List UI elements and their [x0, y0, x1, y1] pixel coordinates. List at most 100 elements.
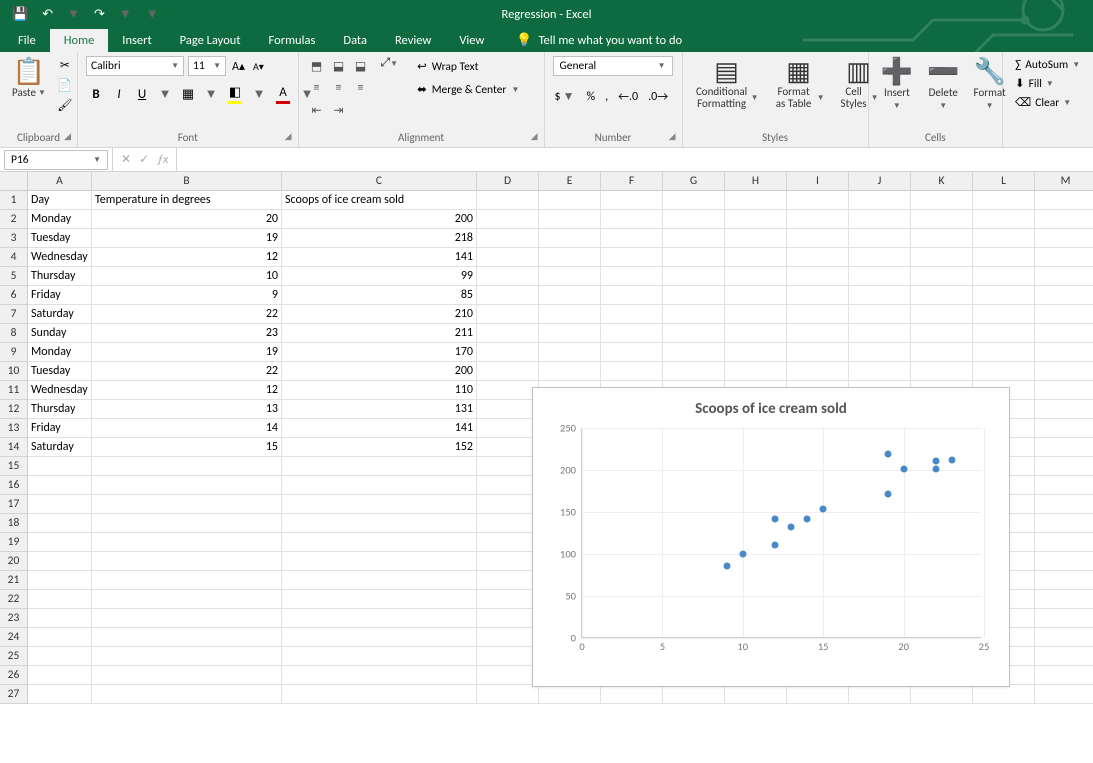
- increase-font-icon[interactable]: A▴: [230, 59, 247, 74]
- cell[interactable]: [539, 685, 601, 704]
- cell[interactable]: 85: [282, 286, 477, 305]
- cell[interactable]: [92, 552, 282, 571]
- cell[interactable]: [1035, 590, 1093, 609]
- cell[interactable]: [477, 571, 539, 590]
- cell[interactable]: [787, 324, 849, 343]
- data-point[interactable]: [723, 562, 730, 569]
- cell[interactable]: [282, 495, 477, 514]
- cell[interactable]: [601, 191, 663, 210]
- cell[interactable]: Scoops of ice cream sold: [282, 191, 477, 210]
- cell[interactable]: [1035, 647, 1093, 666]
- cell[interactable]: 12: [92, 381, 282, 400]
- cell[interactable]: [849, 685, 911, 704]
- font-size-select[interactable]: 11▼: [188, 56, 226, 76]
- row-header[interactable]: 1: [0, 191, 28, 210]
- redo-dropdown-icon[interactable]: ▼: [119, 6, 132, 22]
- cell[interactable]: Monday: [28, 210, 92, 229]
- cell[interactable]: 14: [92, 419, 282, 438]
- cell[interactable]: [477, 552, 539, 571]
- fill-button[interactable]: ⬇Fill▼: [1011, 74, 1084, 93]
- cell[interactable]: [92, 685, 282, 704]
- cell[interactable]: [1035, 438, 1093, 457]
- cell[interactable]: [601, 286, 663, 305]
- number-format-select[interactable]: General▼: [553, 56, 673, 76]
- comma-format-icon[interactable]: ,: [603, 88, 610, 106]
- cell[interactable]: 12: [92, 248, 282, 267]
- cell[interactable]: [539, 343, 601, 362]
- cell[interactable]: [663, 685, 725, 704]
- cell[interactable]: [477, 324, 539, 343]
- cell[interactable]: [725, 248, 787, 267]
- cell[interactable]: [539, 248, 601, 267]
- cell[interactable]: [911, 685, 973, 704]
- cell[interactable]: [477, 628, 539, 647]
- cell[interactable]: [92, 514, 282, 533]
- cell[interactable]: [282, 514, 477, 533]
- cell[interactable]: [849, 210, 911, 229]
- cell[interactable]: [725, 305, 787, 324]
- align-right-icon[interactable]: ≡: [351, 78, 371, 98]
- cell[interactable]: [663, 286, 725, 305]
- cell[interactable]: [92, 590, 282, 609]
- column-header[interactable]: B: [92, 172, 282, 191]
- cell[interactable]: [539, 362, 601, 381]
- cell[interactable]: [28, 685, 92, 704]
- cell[interactable]: 23: [92, 324, 282, 343]
- cell[interactable]: 200: [282, 362, 477, 381]
- cell[interactable]: [477, 438, 539, 457]
- cell[interactable]: [1035, 248, 1093, 267]
- cell[interactable]: [849, 191, 911, 210]
- format-as-table-button[interactable]: ▦Format as Table▼: [769, 56, 829, 112]
- column-header[interactable]: K: [911, 172, 973, 191]
- cell[interactable]: [911, 229, 973, 248]
- clear-button[interactable]: ⌫Clear▼: [1011, 93, 1084, 112]
- column-header[interactable]: M: [1035, 172, 1093, 191]
- cell[interactable]: Thursday: [28, 400, 92, 419]
- cell[interactable]: [28, 552, 92, 571]
- cell[interactable]: 19: [92, 343, 282, 362]
- cell[interactable]: [725, 191, 787, 210]
- cell[interactable]: [477, 210, 539, 229]
- row-header[interactable]: 10: [0, 362, 28, 381]
- cell[interactable]: [911, 362, 973, 381]
- cell[interactable]: [849, 248, 911, 267]
- row-header[interactable]: 21: [0, 571, 28, 590]
- cell[interactable]: [911, 267, 973, 286]
- cell[interactable]: [849, 324, 911, 343]
- cell[interactable]: [1035, 609, 1093, 628]
- cell[interactable]: Day: [28, 191, 92, 210]
- cell[interactable]: [1035, 514, 1093, 533]
- cell[interactable]: [787, 305, 849, 324]
- cell[interactable]: [477, 248, 539, 267]
- data-point[interactable]: [788, 523, 795, 530]
- cell[interactable]: [1035, 305, 1093, 324]
- cell[interactable]: [725, 210, 787, 229]
- paste-button[interactable]: 📋 Paste▼: [8, 56, 50, 101]
- cell[interactable]: [973, 267, 1035, 286]
- cell[interactable]: [28, 647, 92, 666]
- row-header[interactable]: 9: [0, 343, 28, 362]
- cell[interactable]: Saturday: [28, 438, 92, 457]
- cell[interactable]: [92, 609, 282, 628]
- cell[interactable]: 13: [92, 400, 282, 419]
- cell[interactable]: [28, 609, 92, 628]
- delete-cells-button[interactable]: ➖Delete▼: [923, 56, 963, 113]
- cell[interactable]: [601, 229, 663, 248]
- wrap-text-button[interactable]: ↩Wrap Text: [410, 56, 530, 77]
- cell[interactable]: [601, 267, 663, 286]
- cell[interactable]: Friday: [28, 419, 92, 438]
- cell[interactable]: [1035, 628, 1093, 647]
- cell[interactable]: Monday: [28, 343, 92, 362]
- column-header[interactable]: H: [725, 172, 787, 191]
- cell[interactable]: [282, 552, 477, 571]
- cell[interactable]: [92, 628, 282, 647]
- cell[interactable]: [477, 191, 539, 210]
- cell[interactable]: [663, 267, 725, 286]
- cell[interactable]: [787, 229, 849, 248]
- cell[interactable]: [477, 647, 539, 666]
- cell[interactable]: 9: [92, 286, 282, 305]
- row-header[interactable]: 24: [0, 628, 28, 647]
- copy-icon[interactable]: 📄: [56, 76, 74, 94]
- cell[interactable]: 141: [282, 419, 477, 438]
- cell[interactable]: 110: [282, 381, 477, 400]
